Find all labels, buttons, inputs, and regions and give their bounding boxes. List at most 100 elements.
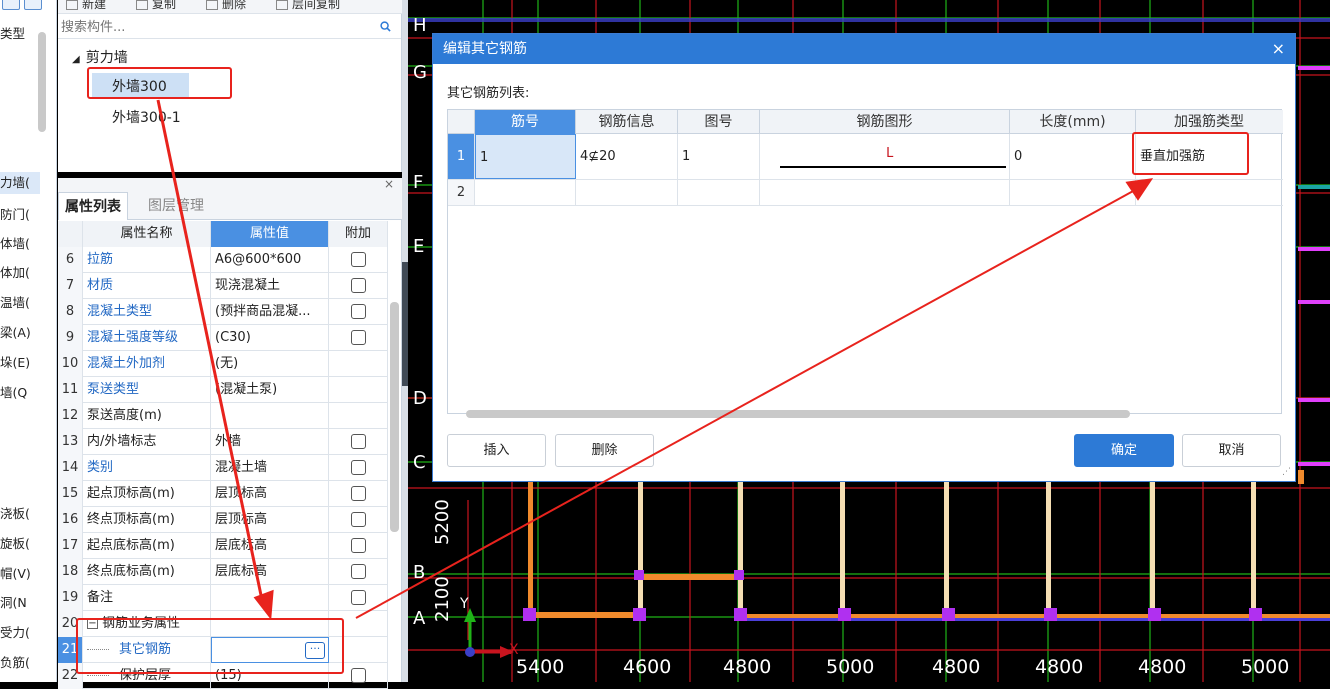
cell-rebar-info[interactable]: [576, 180, 678, 205]
attach-checkbox[interactable]: [351, 590, 366, 605]
tab-layers[interactable]: 图层管理: [142, 192, 210, 220]
insert-button[interactable]: 插入: [447, 434, 546, 467]
delete-button[interactable]: 删除: [206, 0, 246, 12]
attach-checkbox[interactable]: [351, 304, 366, 319]
ok-button[interactable]: 确定: [1074, 434, 1174, 467]
new-button[interactable]: 新建: [66, 0, 106, 12]
list-item[interactable]: 类型: [0, 23, 40, 42]
table-row[interactable]: 2: [448, 180, 1283, 206]
property-value[interactable]: A6@600*600: [211, 247, 329, 273]
attach-checkbox[interactable]: [351, 564, 366, 579]
table-row[interactable]: 7 材质 现浇混凝土: [58, 273, 388, 299]
table-row[interactable]: 16 终点顶标高(m) 层顶标高: [58, 507, 388, 533]
property-value[interactable]: 混凝土墙: [211, 455, 329, 481]
tab-properties[interactable]: 属性列表: [58, 192, 128, 220]
table-row[interactable]: 6 拉筋 A6@600*600: [58, 247, 388, 273]
cell-figure-no[interactable]: 1: [678, 134, 760, 179]
attach-checkbox[interactable]: [351, 252, 366, 267]
property-value[interactable]: 层底标高: [211, 533, 329, 559]
cell-bar-no[interactable]: 1: [475, 134, 576, 179]
horizontal-scrollbar[interactable]: [466, 410, 1130, 418]
property-value[interactable]: [211, 403, 329, 429]
header-figure-no[interactable]: 图号: [678, 110, 760, 134]
header-strength-type[interactable]: 加强筋类型: [1136, 110, 1282, 134]
expand-button[interactable]: [2, 0, 20, 10]
list-item[interactable]: 墙(Q: [0, 382, 40, 401]
attach-checkbox[interactable]: [351, 278, 366, 293]
table-row[interactable]: 15 起点顶标高(m) 层顶标高: [58, 481, 388, 507]
search-input[interactable]: [61, 18, 371, 36]
cancel-button[interactable]: 取消: [1182, 434, 1281, 467]
header-rebar-shape[interactable]: 钢筋图形: [760, 110, 1010, 134]
list-item[interactable]: 旋板(: [0, 533, 40, 552]
property-value[interactable]: (C30): [211, 325, 329, 351]
copy-button[interactable]: 复制: [136, 0, 176, 12]
attach-checkbox[interactable]: [351, 668, 366, 683]
close-icon[interactable]: ×: [384, 177, 394, 191]
attach-checkbox[interactable]: [351, 486, 366, 501]
list-item[interactable]: 温墙(: [0, 292, 40, 311]
attach-checkbox[interactable]: [351, 330, 366, 345]
property-name-text: 起点底标高(m): [87, 538, 175, 553]
list-item[interactable]: 防门(: [0, 204, 40, 223]
property-value[interactable]: (预拌商品混凝...: [211, 299, 329, 325]
list-item[interactable]: 梁(A): [0, 322, 40, 341]
cell-strength-type[interactable]: [1136, 180, 1282, 205]
dialog-title-bar[interactable]: 编辑其它钢筋 ×: [433, 34, 1295, 64]
cell-bar-no[interactable]: [475, 180, 576, 205]
cell-length[interactable]: [1010, 180, 1136, 205]
search-icon[interactable]: [380, 21, 391, 32]
table-row[interactable]: 12 泵送高度(m): [58, 403, 388, 429]
attach-checkbox[interactable]: [351, 538, 366, 553]
property-value[interactable]: 层顶标高: [211, 507, 329, 533]
property-value[interactable]: 现浇混凝土: [211, 273, 329, 299]
table-row[interactable]: 14 类别 混凝土墙: [58, 455, 388, 481]
table-row[interactable]: 9 混凝土强度等级 (C30): [58, 325, 388, 351]
cell-rebar-info[interactable]: 4⊈20: [576, 134, 678, 179]
resize-grip-icon[interactable]: ⋰: [1282, 467, 1291, 477]
attach-checkbox[interactable]: [351, 460, 366, 475]
delete-row-button[interactable]: 删除: [555, 434, 654, 467]
table-row[interactable]: 10 混凝土外加剂 (无): [58, 351, 388, 377]
collapse-button[interactable]: [24, 0, 42, 10]
table-row[interactable]: 18 终点底标高(m) 层底标高: [58, 559, 388, 585]
header-bar-no[interactable]: 筋号: [475, 110, 576, 134]
cell-length[interactable]: 0: [1010, 134, 1136, 179]
list-item[interactable]: 洞(N: [0, 592, 40, 611]
left-scrollbar[interactable]: [38, 32, 46, 132]
list-item[interactable]: 体墙(: [0, 233, 40, 252]
cell-rebar-shape[interactable]: L: [760, 134, 1010, 179]
table-row[interactable]: 19 备注: [58, 585, 388, 611]
cell-figure-no[interactable]: [678, 180, 760, 205]
list-item[interactable]: 垛(E): [0, 352, 40, 371]
property-value[interactable]: 层底标高: [211, 559, 329, 585]
header-rebar-info[interactable]: 钢筋信息: [576, 110, 678, 134]
property-value[interactable]: [211, 585, 329, 611]
table-row[interactable]: 11 泵送类型 (混凝土泵): [58, 377, 388, 403]
properties-scrollbar[interactable]: [390, 302, 399, 532]
table-row[interactable]: 13 内/外墙标志 外墙: [58, 429, 388, 455]
attach-checkbox[interactable]: [351, 434, 366, 449]
list-item[interactable]: 体加(: [0, 262, 40, 281]
attach-cell: [329, 351, 388, 377]
table-row[interactable]: 8 混凝土类型 (预拌商品混凝...: [58, 299, 388, 325]
property-value[interactable]: (混凝土泵): [211, 377, 329, 403]
delete-icon: [206, 0, 218, 10]
annotation-box: [1132, 132, 1249, 175]
header-length[interactable]: 长度(mm): [1010, 110, 1136, 134]
table-row[interactable]: 17 起点底标高(m) 层底标高: [58, 533, 388, 559]
tree-item-wall-300-1[interactable]: 外墙300-1: [112, 107, 181, 127]
property-value[interactable]: 外墙: [211, 429, 329, 455]
list-item[interactable]: 受力(: [0, 622, 40, 641]
floor-copy-button[interactable]: 层间复制: [276, 0, 340, 12]
property-value[interactable]: 层顶标高: [211, 481, 329, 507]
cell-rebar-shape[interactable]: [760, 180, 1010, 205]
list-item[interactable]: 帽(V): [0, 563, 40, 582]
list-item[interactable]: 浇板(: [0, 503, 40, 522]
property-value[interactable]: (无): [211, 351, 329, 377]
attach-checkbox[interactable]: [351, 512, 366, 527]
close-icon[interactable]: ×: [1272, 34, 1285, 64]
list-item[interactable]: 负筋(: [0, 652, 40, 671]
tree-root-shear-wall[interactable]: ◢ 剪力墙: [72, 47, 128, 67]
list-item[interactable]: 力墙(: [0, 172, 40, 194]
